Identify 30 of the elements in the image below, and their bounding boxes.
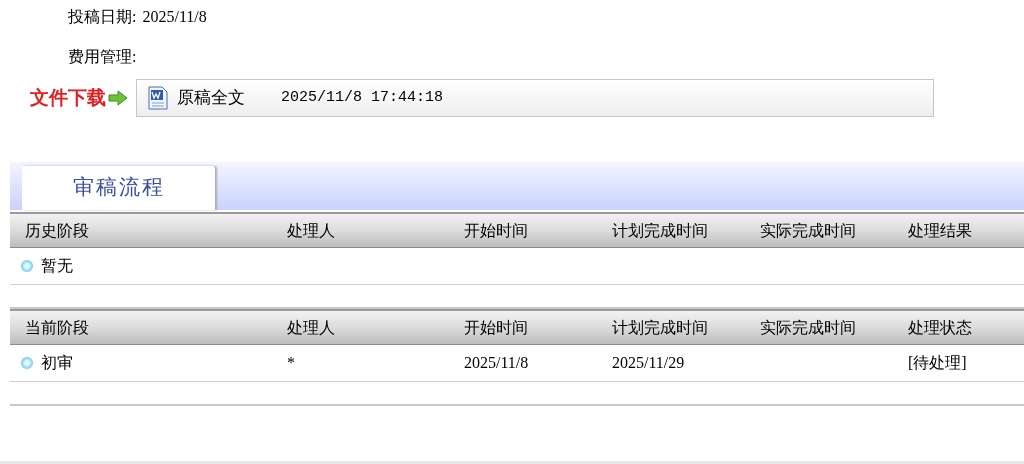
column-header: 计划完成时间 [612, 221, 708, 239]
column-header: 实际完成时间 [760, 318, 856, 336]
table-cell-text: 暂无 [41, 256, 73, 276]
column-header: 处理结果 [908, 221, 972, 239]
document-icon [147, 86, 169, 110]
bullet-icon [21, 260, 33, 272]
table-cell-text: 初审 [41, 353, 73, 373]
column-header: 计划完成时间 [612, 318, 708, 336]
column-header: 历史阶段 [25, 221, 89, 239]
column-header: 处理人 [287, 318, 335, 336]
field-value: 2025/11/8 [142, 7, 207, 27]
column-header: 处理人 [287, 221, 335, 239]
field-label: 投稿日期: [68, 7, 137, 27]
file-time: 2025/11/8 17:44:18 [281, 87, 444, 108]
file-name: 原稿全文 [177, 87, 245, 110]
table-cell-text: * [286, 353, 295, 373]
column-header: 当前阶段 [25, 318, 89, 336]
column-header: 开始时间 [464, 221, 528, 239]
bullet-icon [21, 357, 33, 369]
file-link[interactable]: 原稿全文 2025/11/8 17:44:18 [136, 79, 934, 117]
download-label: 文件下载 [30, 85, 106, 110]
table-cell-text: 2025/11/8 [463, 353, 529, 373]
column-header: 处理状态 [908, 318, 972, 336]
column-header: 开始时间 [464, 318, 528, 336]
tab[interactable]: 审稿流程 [22, 166, 215, 210]
column-header: 实际完成时间 [760, 221, 856, 239]
field-label: 费用管理: [68, 47, 137, 67]
table-cell-text: [待处理] [907, 353, 967, 373]
arrow-icon [108, 90, 128, 106]
table-cell-text: 2025/11/29 [611, 353, 685, 373]
